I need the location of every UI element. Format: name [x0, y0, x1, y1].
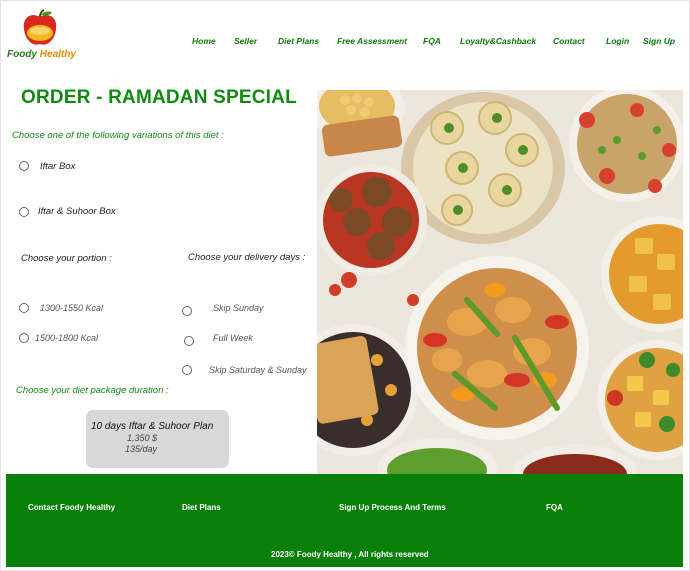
delivery-label-full-week[interactable]: Full Week: [213, 333, 253, 343]
variation-label-iftar-suhoor-box[interactable]: Iftar & Suhoor Box: [38, 206, 116, 217]
nav-contact[interactable]: Contact: [553, 36, 585, 46]
footer-link-signup-terms[interactable]: Sign Up Process And Terms: [339, 503, 446, 512]
duration-prompt: Choose your diet package duration :: [16, 385, 169, 396]
delivery-radio-skip-saturday-sunday[interactable]: [182, 365, 192, 375]
brand-name-part2: Healthy: [39, 49, 76, 60]
apple-logo-icon: [23, 9, 57, 45]
brand-logo[interactable]: Foody Healthy: [7, 7, 77, 63]
page-title: ORDER - RAMADAN SPECIAL: [21, 87, 297, 108]
footer: Contact Foody Healthy Diet Plans Sign Up…: [6, 474, 683, 567]
plan-option-card[interactable]: 10 days Iftar & Suhoor Plan 1,350 $ 135/…: [86, 410, 229, 468]
plan-title: 10 days Iftar & Suhoor Plan: [91, 421, 214, 432]
portion-prompt: Choose your portion :: [21, 253, 112, 264]
nav-home[interactable]: Home: [192, 36, 216, 46]
nav-diet-plans[interactable]: Diet Plans: [278, 36, 319, 46]
nav-seller[interactable]: Seller: [234, 36, 257, 46]
delivery-radio-skip-sunday[interactable]: [182, 306, 192, 316]
portion-radio-1500-1800[interactable]: [19, 333, 29, 343]
plan-price: 1,350 $: [127, 433, 158, 443]
portion-label-1300-1550[interactable]: 1300-1550 Kcal: [40, 303, 103, 313]
variation-label-iftar-box[interactable]: Iftar Box: [40, 161, 75, 172]
delivery-label-skip-sunday[interactable]: Skip Sunday: [213, 303, 264, 313]
variation-prompt: Choose one of the following variations o…: [12, 130, 224, 141]
delivery-prompt: Choose your delivery days :: [188, 252, 306, 263]
footer-link-contact[interactable]: Contact Foody Healthy: [28, 503, 115, 512]
portion-label-1500-1800[interactable]: 1500-1800 Kcal: [35, 333, 98, 343]
footer-copyright: 2023© Foody Healthy , All rights reserve…: [271, 550, 429, 559]
footer-link-fqa[interactable]: FQA: [546, 503, 563, 512]
nav-loyalty-cashback[interactable]: Loyalty&Cashback: [460, 36, 536, 46]
plan-per-day: 135/day: [125, 444, 158, 454]
page: Foody Healthy Home Seller Diet Plans Fre…: [0, 0, 690, 571]
variation-radio-iftar-box[interactable]: [19, 161, 29, 171]
brand-name-part1: Foody: [7, 49, 40, 60]
footer-link-diet-plans[interactable]: Diet Plans: [182, 503, 221, 512]
nav-free-assessment[interactable]: Free Assessment: [337, 36, 407, 46]
variation-radio-iftar-suhoor-box[interactable]: [19, 207, 29, 217]
nav-login[interactable]: Login: [606, 36, 629, 46]
nav-fqa[interactable]: FQA: [423, 36, 441, 46]
food-photo: [317, 90, 683, 474]
delivery-label-skip-saturday-sunday[interactable]: Skip Saturday & Sunday: [209, 365, 307, 375]
food-illustration: [317, 90, 683, 474]
nav-sign-up[interactable]: Sign Up: [643, 36, 675, 46]
portion-radio-1300-1550[interactable]: [19, 303, 29, 313]
delivery-radio-full-week[interactable]: [184, 336, 194, 346]
brand-name: Foody Healthy: [7, 49, 76, 60]
